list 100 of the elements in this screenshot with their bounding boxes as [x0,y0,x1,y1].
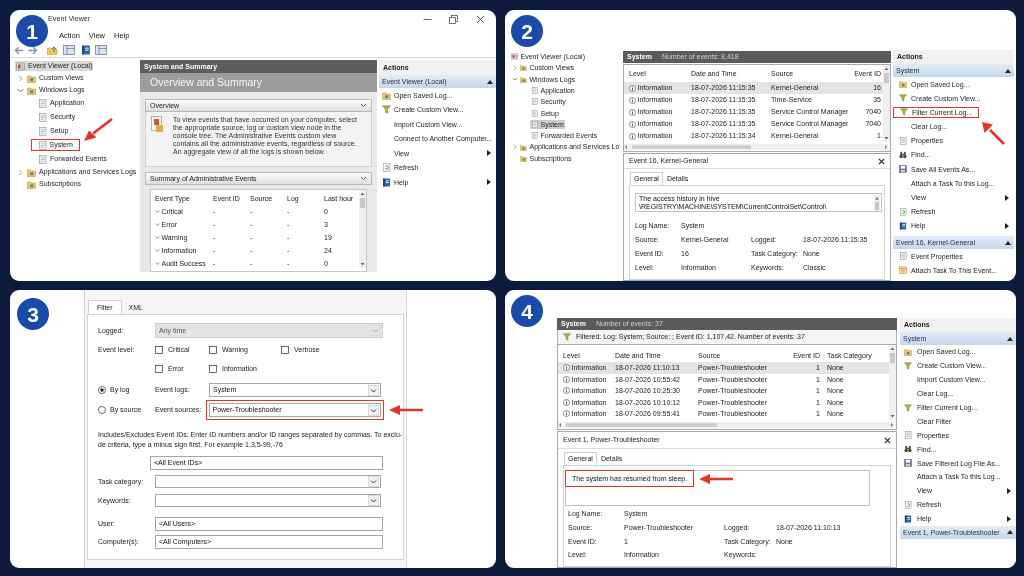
log-file-icon [38,154,47,164]
chevron-down-icon[interactable] [155,261,160,266]
info-icon [563,387,570,395]
scrollbar[interactable] [558,422,894,428]
binoculars-icon [904,445,912,454]
checkbox[interactable] [155,346,163,354]
log-file-icon [38,98,47,108]
collapse-caret-icon[interactable] [1007,336,1013,341]
help-book-icon [899,221,907,230]
info-icon [563,410,570,418]
info-icon [629,132,636,140]
scrollbar[interactable] [889,345,896,420]
radio-button[interactable] [98,386,106,394]
info-icon [629,120,636,128]
info-icon [629,84,636,92]
chevron-down-icon[interactable] [155,222,160,227]
info-icon [563,398,570,406]
folder-icon [899,80,907,89]
submenu-arrow-icon[interactable] [1005,194,1009,201]
submenu-arrow-icon[interactable] [1007,487,1011,494]
help-book-icon [382,177,391,187]
submenu-arrow-icon[interactable] [1007,515,1011,522]
close-icon[interactable] [884,436,891,444]
console-icon [511,53,518,61]
arrow-icon [388,405,423,415]
step-number-badge: 3 [17,298,49,330]
folder-icon [904,347,912,356]
document-icon [904,431,912,440]
log-file-icon [38,112,47,122]
refresh-icon [899,207,907,216]
submenu-arrow-icon[interactable] [1005,222,1009,229]
arrow-icon [82,117,113,142]
scrollbar[interactable] [359,190,366,268]
info-icon [629,108,636,116]
chevron-down-icon [360,103,367,108]
checkbox[interactable] [209,365,217,373]
log-file-icon [531,109,538,117]
task-list-icon [899,266,907,275]
close-icon[interactable] [878,157,885,165]
folder-icon [520,64,527,72]
scrollbar[interactable] [874,194,880,211]
document-icon [899,136,907,145]
submenu-arrow-icon[interactable] [487,150,491,157]
step-number-badge: 1 [16,15,48,47]
checkbox[interactable] [281,346,289,354]
chevron-down-icon [360,176,367,181]
chevron-down-icon[interactable] [155,248,160,253]
chevron-down-icon[interactable] [155,209,160,214]
chevron-down-icon[interactable] [155,235,160,240]
folder-icon [27,85,36,95]
log-file-icon [38,126,47,136]
collapse-caret-icon[interactable] [1005,68,1011,73]
folder-icon [382,90,391,100]
console-icon [16,61,25,71]
log-file-icon [37,140,47,150]
folder-icon [27,179,36,189]
log-file-icon [531,120,538,128]
panel-icon[interactable] [63,45,75,55]
funnel-icon [563,333,571,341]
forward-arrow-icon[interactable] [28,45,38,55]
folder-icon [27,73,36,83]
folder-icon [520,75,527,83]
close-icon[interactable] [476,14,485,24]
document-icon [151,116,164,133]
checkbox[interactable] [209,346,217,354]
scrollbar[interactable] [883,65,890,142]
refresh-icon [904,500,912,509]
funnel-icon [904,403,912,412]
document-icon [899,252,907,261]
info-icon [629,96,636,104]
funnel-icon [382,105,391,115]
collapse-caret-icon[interactable] [487,79,493,84]
arrow-icon [981,121,1006,145]
info-icon [563,364,570,372]
folder-icon [520,154,527,162]
scrollbar[interactable] [624,144,888,150]
arrow-icon [699,473,734,484]
step-number-badge: 4 [511,295,543,327]
log-file-icon [531,132,538,140]
funnel-icon [904,361,912,370]
radio-button[interactable] [98,406,106,414]
chevron-down-icon[interactable] [511,76,518,83]
submenu-arrow-icon[interactable] [487,179,491,186]
back-arrow-icon[interactable] [14,45,24,55]
help-book-icon[interactable] [81,45,91,55]
collapse-caret-icon[interactable] [1005,240,1011,245]
checkbox[interactable] [155,365,163,373]
log-file-icon [531,87,538,95]
folder-icon [520,143,527,151]
chevron-down-icon[interactable] [17,86,24,94]
pane-title: Overview and Summary [140,73,377,92]
log-file-icon [531,98,538,106]
restore-icon[interactable] [449,14,458,24]
folder-icon[interactable] [47,45,58,55]
step-number-badge: 2 [511,15,543,47]
refresh-icon [382,163,391,173]
binoculars-icon [899,151,907,160]
collapse-caret-icon[interactable] [1007,530,1013,535]
help-book-icon [904,514,912,523]
panel-icon[interactable] [95,45,107,55]
